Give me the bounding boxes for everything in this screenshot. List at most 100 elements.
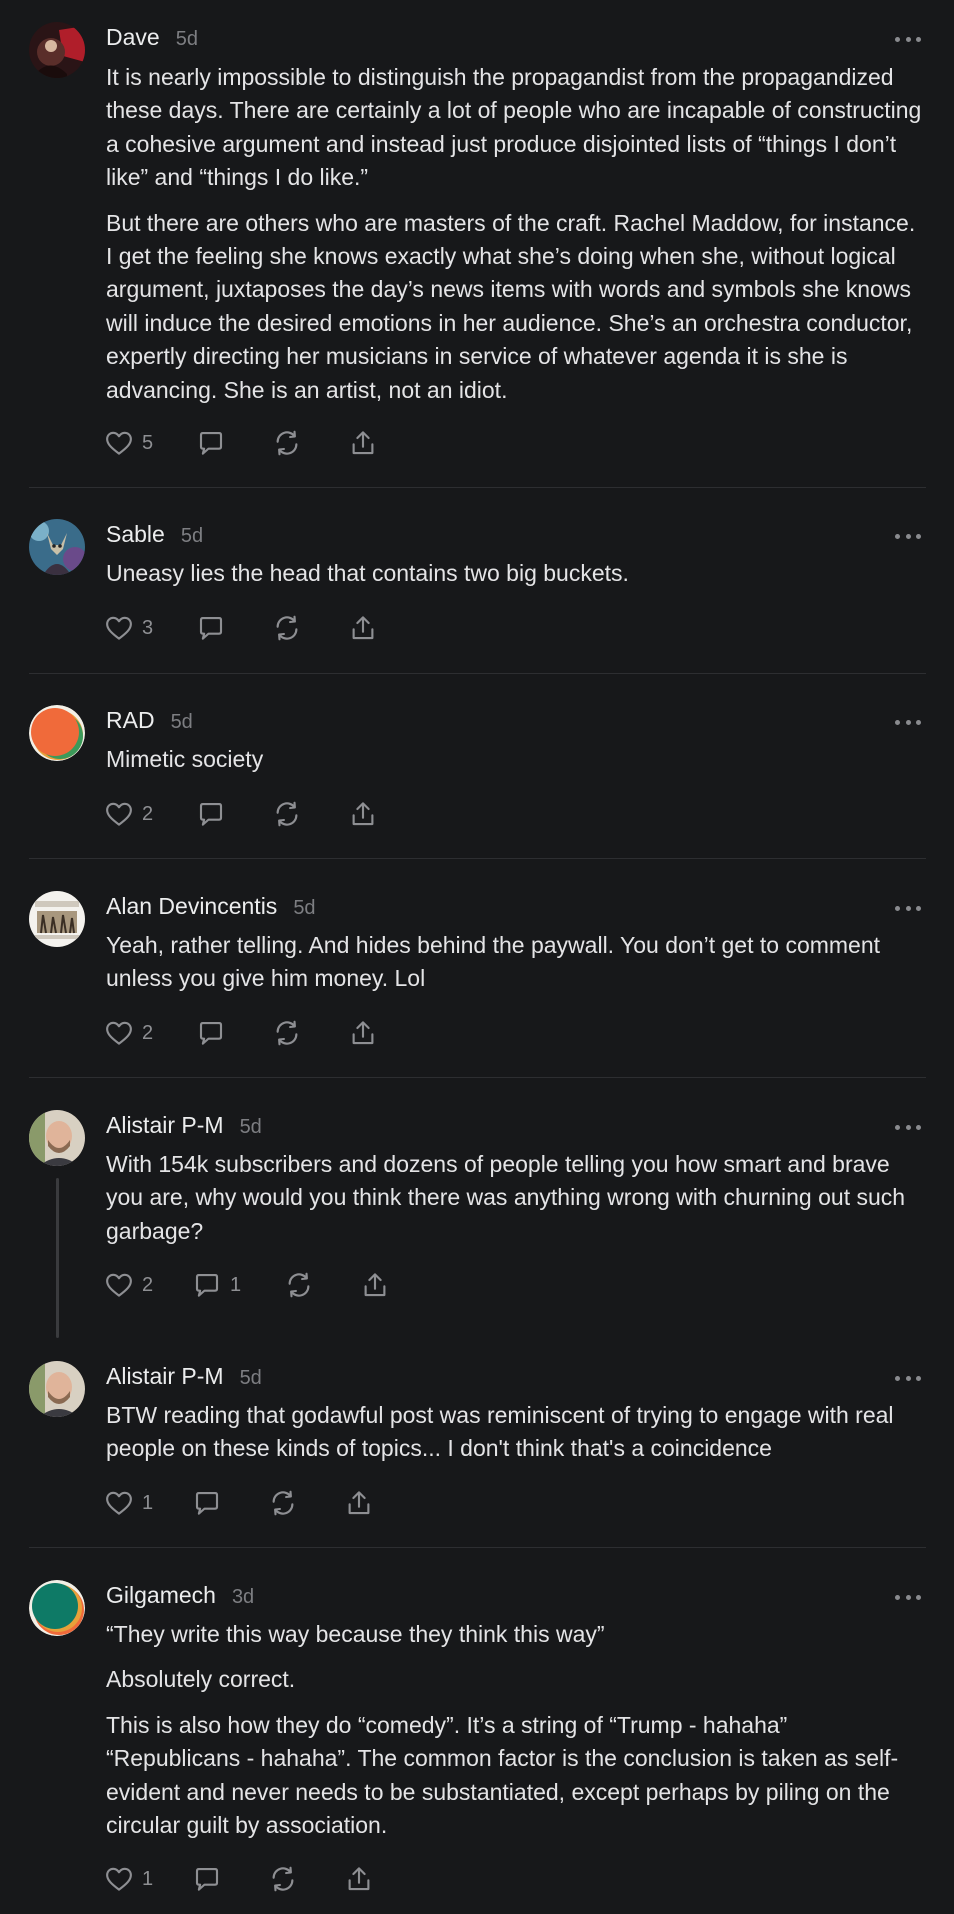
more-options-icon[interactable] (895, 903, 921, 913)
share-icon (352, 802, 374, 826)
restack-button[interactable] (268, 1486, 298, 1520)
comment-paragraph: It is nearly impossible to distinguish t… (106, 64, 922, 191)
more-options-icon[interactable] (895, 1373, 921, 1383)
share-button[interactable] (344, 1862, 374, 1896)
restack-button[interactable] (272, 611, 302, 645)
avatar-image (29, 705, 85, 761)
reply-button[interactable]: 1 (192, 1268, 241, 1302)
timestamp[interactable]: 3d (232, 1586, 254, 1609)
avatar-image (29, 1580, 85, 1636)
share-button[interactable] (348, 1016, 378, 1050)
like-count: 3 (142, 616, 154, 639)
like-count: 1 (142, 1867, 154, 1890)
comment-body: Mimetic society (106, 743, 926, 788)
like-count: 2 (142, 1021, 154, 1044)
avatar-image (29, 1110, 85, 1166)
share-icon (364, 1273, 386, 1297)
avatar[interactable] (29, 1110, 85, 1166)
restack-icon (288, 1272, 310, 1298)
like-button[interactable]: 2 (104, 797, 153, 831)
author-name[interactable]: Dave (106, 24, 160, 51)
comment-paragraph: Mimetic society (106, 746, 264, 772)
more-options-icon[interactable] (895, 1592, 921, 1602)
like-button[interactable]: 3 (104, 611, 153, 645)
avatar[interactable] (29, 1361, 85, 1417)
like-button[interactable]: 1 (104, 1486, 153, 1520)
restack-button[interactable] (272, 426, 302, 460)
timestamp[interactable]: 5d (240, 1116, 262, 1139)
comment-body: “They write this way because they think … (106, 1618, 926, 1854)
reply-button[interactable] (196, 611, 234, 645)
comment-icon (199, 802, 223, 826)
like-button[interactable]: 1 (104, 1862, 153, 1896)
more-options-icon[interactable] (895, 34, 921, 44)
reply-button[interactable] (192, 1486, 230, 1520)
reply-button[interactable] (196, 797, 234, 831)
author-name[interactable]: Sable (106, 521, 165, 548)
timestamp[interactable]: 5d (181, 525, 203, 548)
divider (29, 1547, 926, 1548)
restack-button[interactable] (272, 797, 302, 831)
reply-count: 1 (230, 1273, 242, 1296)
divider (29, 1077, 926, 1078)
avatar[interactable] (29, 22, 85, 78)
author-name[interactable]: Alistair P-M (106, 1112, 224, 1139)
heart-icon (106, 1273, 132, 1297)
comment-paragraph: Uneasy lies the head that contains two b… (106, 560, 629, 586)
comment-paragraph: Absolutely correct. (106, 1666, 296, 1693)
like-count: 5 (142, 431, 154, 454)
share-button[interactable] (348, 611, 378, 645)
avatar[interactable] (29, 705, 85, 761)
share-button[interactable] (360, 1268, 390, 1302)
author-name[interactable]: Alistair P-M (106, 1363, 224, 1390)
comment-icon (199, 431, 223, 455)
comment-paragraph: This is also how they do “comedy”. It’s … (106, 1711, 899, 1839)
like-count: 1 (142, 1491, 154, 1514)
comment-paragraph: But there are others who are masters of … (106, 209, 916, 403)
reply-button[interactable] (196, 1016, 234, 1050)
like-button[interactable]: 5 (104, 426, 153, 460)
timestamp[interactable]: 5d (176, 28, 198, 51)
restack-icon (272, 1490, 294, 1516)
restack-button[interactable] (272, 1016, 302, 1050)
heart-icon (106, 616, 132, 640)
comment-paragraph: Yeah, rather telling. And hides behind t… (106, 932, 881, 992)
share-button[interactable] (344, 1486, 374, 1520)
restack-button[interactable] (284, 1268, 314, 1302)
restack-button[interactable] (268, 1862, 298, 1896)
share-button[interactable] (348, 797, 378, 831)
reply-button[interactable] (196, 426, 234, 460)
restack-icon (276, 430, 298, 456)
comment-body: Uneasy lies the head that contains two b… (106, 557, 926, 602)
restack-icon (276, 1020, 298, 1046)
restack-icon (276, 615, 298, 641)
avatar-image (29, 1361, 85, 1417)
comments-feed: Dave 5d It is nearly impossible to disti… (0, 0, 954, 1914)
timestamp[interactable]: 5d (171, 711, 193, 734)
comment-icon (199, 1021, 223, 1045)
timestamp[interactable]: 5d (240, 1367, 262, 1390)
share-icon (352, 1021, 374, 1045)
share-button[interactable] (348, 426, 378, 460)
more-options-icon[interactable] (895, 531, 921, 541)
comment-icon (195, 1273, 219, 1297)
share-icon (348, 1491, 370, 1515)
comment-body: BTW reading that godawful post was remin… (106, 1399, 926, 1478)
comment-icon (199, 616, 223, 640)
timestamp[interactable]: 5d (293, 897, 315, 920)
avatar[interactable] (29, 519, 85, 575)
more-options-icon[interactable] (895, 1122, 921, 1132)
like-button[interactable]: 2 (104, 1016, 153, 1050)
like-count: 2 (142, 1273, 154, 1296)
author-name[interactable]: Gilgamech (106, 1582, 216, 1609)
author-name[interactable]: Alan Devincentis (106, 893, 277, 920)
more-options-icon[interactable] (895, 717, 921, 727)
heart-icon (106, 802, 132, 826)
avatar[interactable] (29, 1580, 85, 1636)
reply-button[interactable] (192, 1862, 230, 1896)
thread-line (56, 1178, 59, 1338)
avatar[interactable] (29, 891, 85, 947)
comment-icon (195, 1491, 219, 1515)
author-name[interactable]: RAD (106, 707, 155, 734)
like-button[interactable]: 2 (104, 1268, 153, 1302)
